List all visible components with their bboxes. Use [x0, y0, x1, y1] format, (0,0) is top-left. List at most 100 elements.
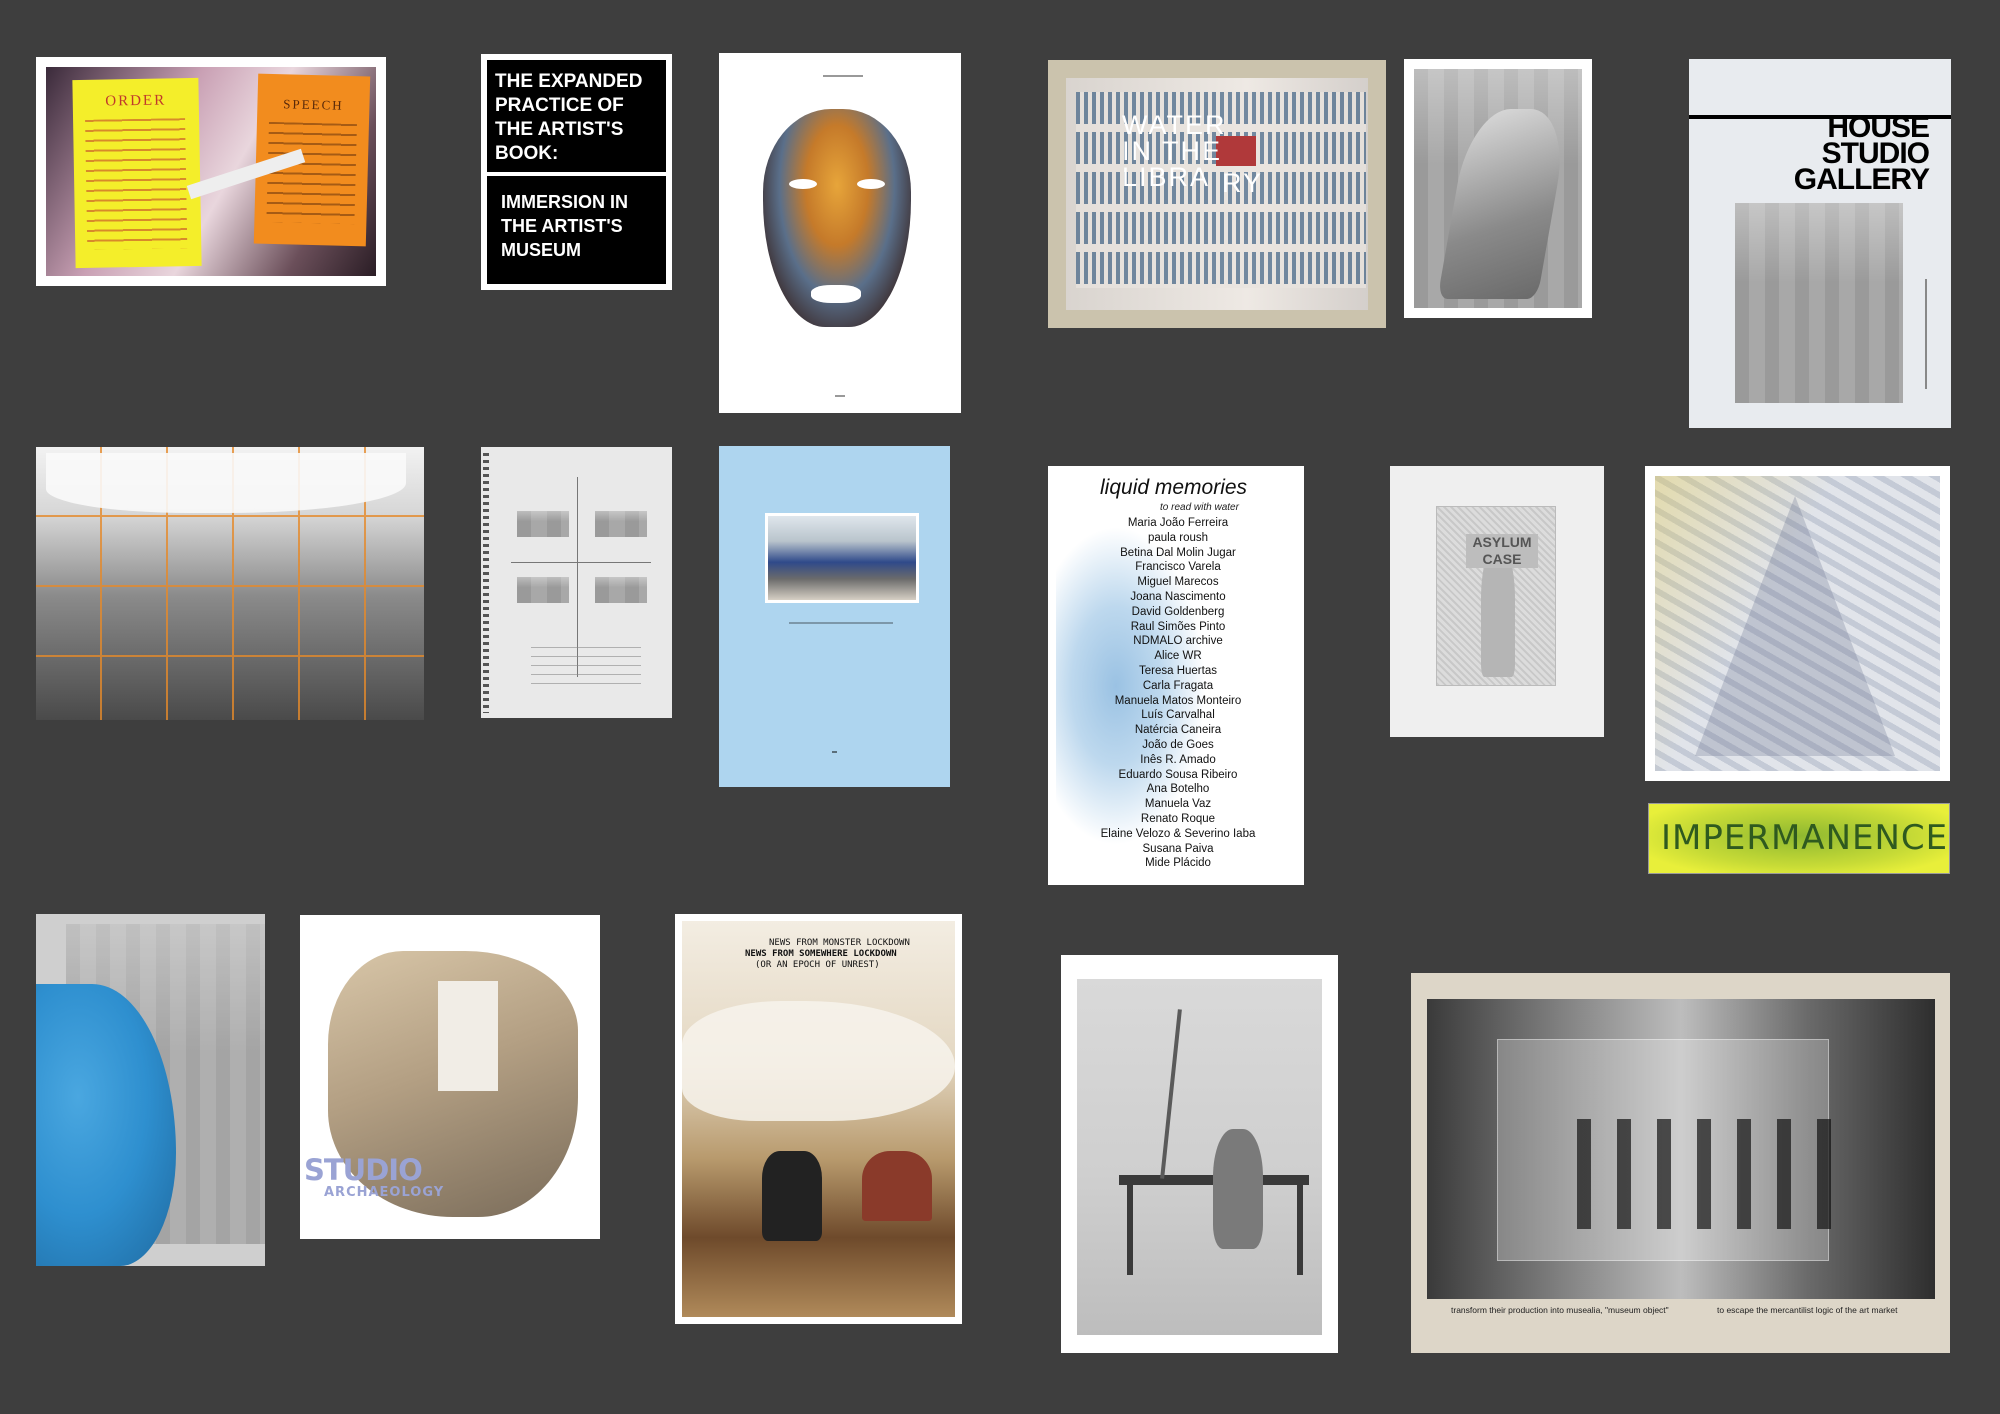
studio-archaeology-card[interactable]: STUDIO ARCHAEOLOGY [300, 915, 600, 1239]
liquid-memories-name: NDMALO archive [1133, 635, 1223, 648]
water-library-card[interactable]: WATER IN THE LIBRA RY [1048, 60, 1386, 328]
triangle-shape [1695, 496, 1895, 756]
liquid-memories-name: paula roush [1147, 531, 1209, 544]
yellow-leaflet-text-lines [85, 118, 188, 250]
runner-blue-fabric-card[interactable] [36, 914, 265, 1266]
white-drapery [46, 453, 406, 513]
sketch-photo-3 [517, 577, 569, 603]
museum-gallery-photo [1427, 999, 1935, 1299]
hsg-interior-photo [1735, 203, 1903, 403]
asylum-drawing [1436, 506, 1556, 686]
water-title: WATER IN THE LIBRA RY [1122, 110, 1263, 197]
school-caption-line [789, 622, 893, 624]
expanded-practice-title: THE EXPANDED PRACTICE OF THE ARTIST'S BO… [495, 71, 643, 164]
spiral-binding [483, 453, 489, 713]
liquid-memories-title: liquid memories [1100, 476, 1248, 499]
hsg-side-text [1925, 279, 1927, 389]
grid-installation-card[interactable] [36, 447, 424, 720]
handwritten-notes [531, 647, 641, 687]
liquid-memories-name: Natércia Caneira [1134, 724, 1222, 737]
blue-school-card[interactable] [719, 446, 950, 787]
mask-eye-left [789, 179, 817, 189]
triangle-collage-card[interactable] [1645, 466, 1950, 781]
liquid-memories-name: Alice WR [1154, 650, 1202, 663]
lockdown-handwriting: NEWS FROM MONSTER LOCKDOWN NEWS FROM SOM… [745, 938, 910, 971]
liquid-memories-name: Joana Nascimento [1130, 590, 1226, 603]
hanging-figure [1213, 1129, 1263, 1249]
sketch-photo-2 [595, 511, 647, 537]
liquid-memories-name: Elaine Velozo & Severino Iaba [1100, 827, 1256, 840]
lockdown-line3: (OR AN EPOCH OF UNREST) [755, 960, 880, 970]
lockdown-drapery [682, 1001, 955, 1121]
studio-title-line1: STUDIO [304, 1153, 423, 1187]
lockdown-red-fabric [862, 1151, 932, 1221]
liquid-memories-name: Ana Botelho [1146, 783, 1210, 796]
table-leg-right [1297, 1185, 1303, 1275]
liquid-memories-name: Eduardo Sousa Ribeiro [1118, 768, 1238, 781]
expanded-practice-card[interactable]: THE EXPANDED PRACTICE OF THE ARTIST'S BO… [481, 54, 672, 290]
lockdown-line2: NEWS FROM SOMEWHERE LOCKDOWN [745, 949, 897, 959]
lockdown-dark-figure [762, 1151, 822, 1241]
liquid-memories-name: Renato Roque [1140, 812, 1216, 825]
liquid-memories-name: Manuela Matos Monteiro [1114, 694, 1242, 707]
orange-leaflet-title: SPEECH [283, 96, 344, 113]
table-leg-left [1127, 1185, 1133, 1275]
mask-mouth [811, 285, 861, 303]
liquid-memories-name: João de Goes [1142, 738, 1214, 751]
triangle-collage-image [1655, 476, 1940, 771]
sketch-photo-1 [517, 511, 569, 537]
asylum-case-card[interactable]: ASYLUM CASE [1390, 466, 1604, 737]
hsg-title-line3: GALLERY [1793, 163, 1930, 196]
house-studio-gallery-card[interactable]: HOUSE STUDIO GALLERY [1689, 59, 1951, 428]
liquid-memories-name: Mide Plácido [1145, 857, 1211, 870]
studio-doorway-opening [438, 981, 498, 1091]
lockdown-room-photo [682, 921, 955, 1317]
expanded-practice-block-top: THE EXPANDED PRACTICE OF THE ARTIST'S BO… [487, 60, 666, 172]
liquid-memories-subtitle: to read with water [1160, 502, 1239, 513]
school-building-image [768, 516, 916, 600]
liquid-memories-name: Maria João Ferreira [1127, 517, 1229, 529]
liquid-memories-name: Raul Simões Pinto [1130, 620, 1226, 633]
asylum-case-title: ASYLUM CASE [1466, 534, 1538, 568]
water-title-line2: IN THE [1122, 136, 1223, 166]
liquid-memories-name: Teresa Huertas [1139, 664, 1217, 677]
liquid-memories-name: Luís Carvalhal [1141, 709, 1215, 722]
yellow-leaflet-title: ORDER [105, 92, 167, 110]
yellow-leaflet: ORDER [72, 77, 202, 269]
mask-eye-right [857, 179, 885, 189]
impermanence-title: IMPERMANENCE [1661, 818, 1949, 858]
studio-title-line2: ARCHAEOLOGY [324, 1185, 445, 1200]
liquid-memories-name: Manuela Vaz [1144, 798, 1212, 811]
sketch-axis-horizontal [511, 562, 651, 563]
sketchbook-card[interactable] [481, 447, 672, 718]
order-poster-photo: ORDER SPEECH [46, 67, 376, 276]
museum-visitors [1577, 1119, 1837, 1229]
liquid-memories-name: David Goldenberg [1131, 605, 1225, 618]
museum-object-card[interactable]: transform their production into musealia… [1411, 973, 1950, 1353]
painted-mask-image [763, 109, 911, 327]
school-page-number [832, 751, 837, 753]
table-still-life-card[interactable] [1061, 955, 1338, 1353]
order-poster-card[interactable]: ORDER SPEECH [36, 57, 386, 286]
liquid-memories-name: Inês R. Amado [1140, 753, 1216, 766]
office-dress-photo [1414, 69, 1582, 308]
mask-footer-line [835, 395, 845, 397]
sketch-photo-4 [595, 577, 647, 603]
expanded-practice-block-bottom: IMMERSION IN THE ARTIST'S MUSEUM [487, 176, 666, 284]
hsg-title: HOUSE STUDIO GALLERY [1793, 113, 1930, 196]
orange-leaflet-text-lines [266, 121, 357, 225]
mask-portrait-card[interactable] [719, 53, 961, 413]
water-title-line1: WATER [1122, 110, 1227, 140]
impermanence-card[interactable]: IMPERMANENCE [1648, 803, 1950, 874]
dress-figure-card[interactable] [1404, 59, 1592, 318]
liquid-memories-name: Francisco Varela [1135, 561, 1221, 574]
liquid-memories-card[interactable]: liquid memories to read with water Maria… [1048, 466, 1304, 885]
lockdown-line1: NEWS FROM MONSTER LOCKDOWN [769, 938, 910, 948]
expanded-practice-subtitle: IMMERSION IN THE ARTIST'S MUSEUM [501, 192, 629, 260]
museum-caption-right: to escape the mercantilist logic of the … [1717, 1305, 1898, 1315]
still-life-photo [1077, 979, 1322, 1335]
news-from-lockdown-card[interactable]: NEWS FROM MONSTER LOCKDOWN NEWS FROM SOM… [675, 914, 962, 1324]
liquid-memories-name: Miguel Marecos [1137, 576, 1219, 589]
liquid-memories-name-list: Maria João Ferreira paula roush Betina Dal… [1078, 516, 1278, 871]
branch-plant [1160, 1009, 1182, 1179]
